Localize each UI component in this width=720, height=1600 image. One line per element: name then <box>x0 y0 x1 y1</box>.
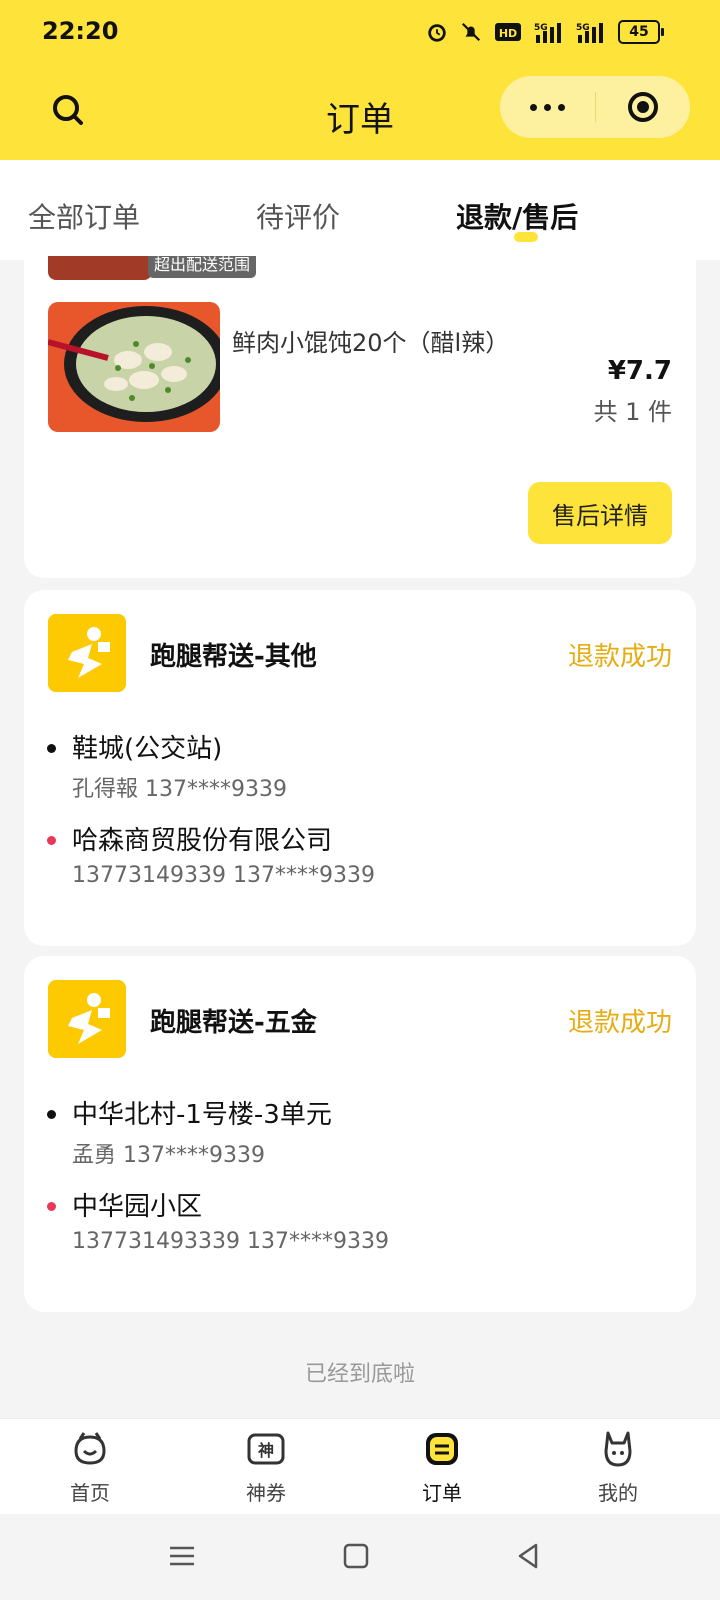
service-name: 跑腿帮送-其他 <box>150 642 317 672</box>
status-bar: 22:20 HD 5G 5G 45 <box>0 0 720 64</box>
signal-5g-icon-2: 5G <box>576 23 603 43</box>
battery-icon: 45 <box>618 20 664 44</box>
food-item-name: 鲜肉小馄饨20个（醋l辣） <box>232 329 510 357</box>
dropoff-dot-icon <box>47 1202 56 1211</box>
pickup-contact: 孔得報 137****9339 <box>72 777 287 802</box>
close-program-button[interactable] <box>596 76 691 138</box>
out-of-range-tag: 超出配送范围 <box>148 256 257 278</box>
order-icon <box>426 1433 458 1465</box>
order-tabs: 全部订单 待评价 退款/售后 <box>0 160 720 260</box>
active-tab-indicator <box>514 232 538 242</box>
coupon-icon: 神 <box>247 1433 285 1465</box>
tabbar-item-orders[interactable]: 订单 <box>382 1429 502 1506</box>
home-face-icon <box>74 1432 106 1465</box>
alarm-icon <box>428 24 446 42</box>
errand-order-card[interactable]: 跑腿帮送-五金 退款成功 中华北村-1号楼-3单元 孟勇 137****9339… <box>24 956 696 1312</box>
profile-icon <box>604 1431 632 1467</box>
svg-text:HD: HD <box>499 27 517 40</box>
nav-bar: 订单 <box>0 72 720 152</box>
food-image <box>48 302 220 432</box>
pickup-place: 中华北村-1号楼-3单元 <box>72 1100 332 1130</box>
bottom-tab-bar: 首页 神 神券 订单 我的 <box>0 1418 720 1515</box>
home-square-icon[interactable] <box>340 1540 372 1572</box>
dropoff-contact: 13773149339 137****9339 <box>72 863 375 888</box>
dropoff-place: 哈森商贸股份有限公司 <box>72 826 333 856</box>
tabbar-item-home[interactable]: 首页 <box>30 1429 150 1506</box>
mini-program-capsule <box>500 76 690 138</box>
pickup-address: 鞋城(公交站) 孔得報 137****9339 <box>47 728 287 803</box>
tabbar-item-coupon[interactable]: 神 神券 <box>206 1429 326 1506</box>
signal-5g-icon: 5G <box>534 23 561 43</box>
tab-to-review[interactable]: 待评价 <box>256 196 340 236</box>
svg-text:神: 神 <box>258 1441 274 1460</box>
pickup-dot-icon <box>47 1110 56 1119</box>
status-icons: HD 5G 5G 45 <box>426 20 664 44</box>
mute-bell-icon <box>461 22 481 42</box>
food-quantity: 共 1 件 <box>593 398 672 426</box>
more-dots-icon <box>529 103 565 111</box>
pickup-place: 鞋城(公交站) <box>72 734 223 764</box>
dropoff-contact: 137731493339 137****9339 <box>72 1229 389 1254</box>
food-price: ¥7.7 <box>607 356 672 386</box>
app-header: 22:20 HD 5G 5G 45 订单 <box>0 0 720 160</box>
errand-runner-icon <box>48 614 126 692</box>
pickup-dot-icon <box>47 744 56 753</box>
back-triangle-icon[interactable] <box>512 1540 544 1572</box>
errand-order-card[interactable]: 跑腿帮送-其他 退款成功 鞋城(公交站) 孔得報 137****9339 哈森商… <box>24 590 696 946</box>
more-button[interactable] <box>500 76 595 138</box>
previous-item-thumbnail <box>48 256 152 280</box>
system-navigation-bar <box>0 1514 720 1600</box>
service-name: 跑腿帮送-五金 <box>150 1008 317 1038</box>
end-of-list-text: 已经到底啦 <box>304 1362 415 1387</box>
food-order-card[interactable]: 超出配送范围 鲜肉小馄饨20个（醋l辣） ¥7.7 共 1 件 售后详情 <box>24 256 696 578</box>
status-time: 22:20 <box>42 17 119 45</box>
dropoff-place: 中华园小区 <box>72 1192 203 1222</box>
refund-status: 退款成功 <box>567 1008 672 1038</box>
dropoff-dot-icon <box>47 836 56 845</box>
dropoff-address: 中华园小区 137731493339 137****9339 <box>47 1186 389 1254</box>
after-sale-detail-button[interactable]: 售后详情 <box>528 482 672 544</box>
tabbar-item-profile[interactable]: 我的 <box>558 1429 678 1506</box>
dropoff-address: 哈森商贸股份有限公司 13773149339 137****9339 <box>47 820 375 888</box>
hd-icon: HD <box>495 23 521 41</box>
errand-runner-icon <box>48 980 126 1058</box>
pickup-contact: 孟勇 137****9339 <box>72 1143 265 1168</box>
refund-status: 退款成功 <box>567 642 672 672</box>
tab-all-orders[interactable]: 全部订单 <box>28 196 140 236</box>
menu-icon[interactable] <box>166 1540 198 1572</box>
target-icon <box>627 92 658 122</box>
pickup-address: 中华北村-1号楼-3单元 孟勇 137****9339 <box>47 1094 332 1169</box>
tab-refund-after-sale[interactable]: 退款/售后 <box>456 196 578 236</box>
